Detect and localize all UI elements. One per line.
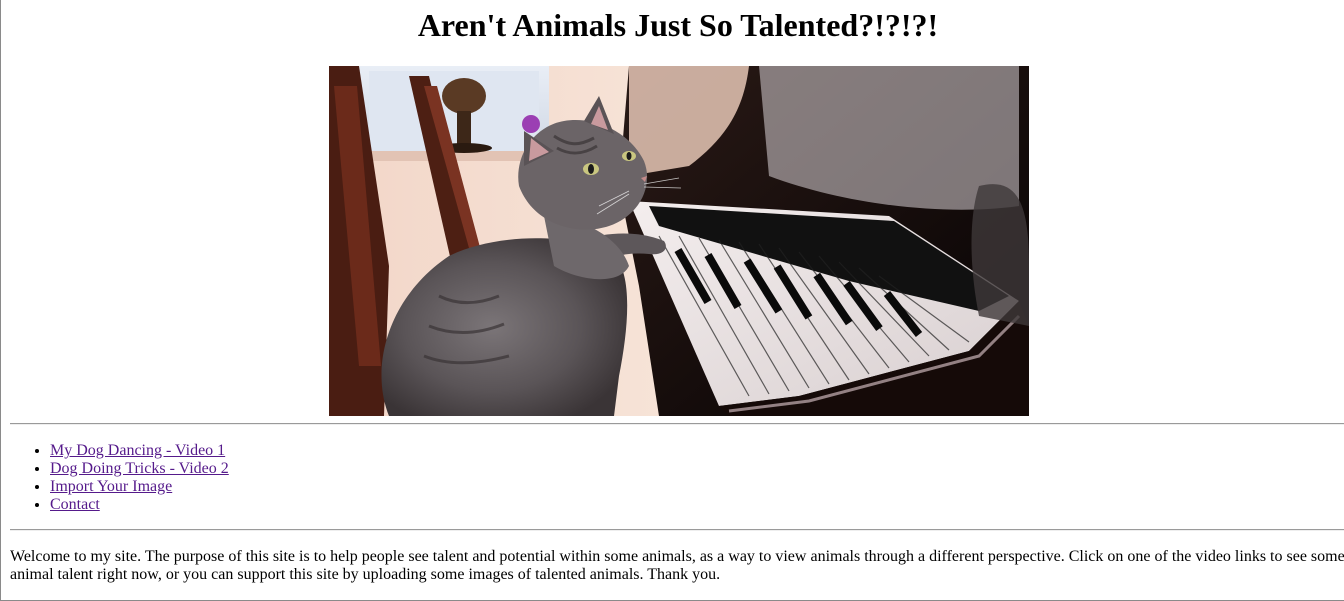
nav-link-list: My Dog Dancing - Video 1 Dog Doing Trick…: [10, 442, 229, 514]
hero-image: [329, 66, 1029, 416]
list-item: My Dog Dancing - Video 1: [50, 442, 229, 460]
list-item: Dog Doing Tricks - Video 2: [50, 460, 229, 478]
intro-line-1: Welcome to my site. The purpose of this …: [10, 548, 1344, 565]
link-my-dog-dancing-video-1[interactable]: My Dog Dancing - Video 1: [50, 442, 225, 459]
link-contact[interactable]: Contact: [50, 496, 100, 513]
list-item: Import Your Image: [50, 478, 229, 496]
intro-line-2: animal talent right now, or you can supp…: [10, 566, 721, 583]
divider-bottom: [10, 529, 1344, 531]
intro-paragraph: Welcome to my site. The purpose of this …: [10, 548, 1344, 584]
link-dog-doing-tricks-video-2[interactable]: Dog Doing Tricks - Video 2: [50, 460, 229, 477]
divider-top: [10, 423, 1344, 425]
link-import-your-image[interactable]: Import Your Image: [50, 478, 172, 495]
page-title: Aren't Animals Just So Talented?!?!?!: [417, 7, 939, 43]
cat-piano-illustration: [329, 66, 1029, 416]
list-item: Contact: [50, 496, 229, 514]
